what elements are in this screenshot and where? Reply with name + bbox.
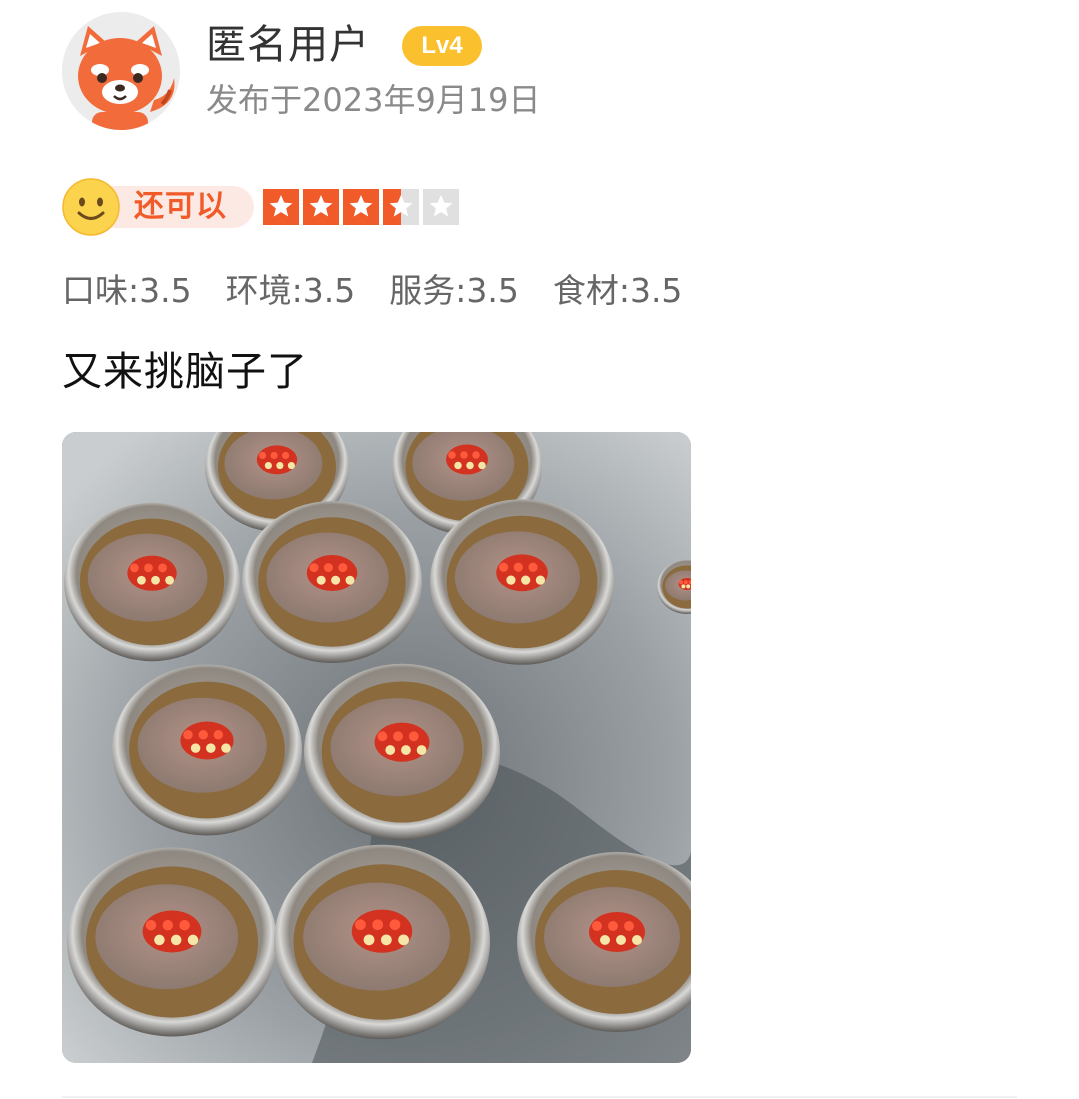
score-item: 环境:3.5 (225, 271, 356, 310)
bowl (67, 847, 277, 1037)
bowls-of-pig-brain-with-chili-icon (62, 432, 691, 1063)
username[interactable]: 匿名用户 (206, 20, 370, 70)
review-text: 又来挑脑子了 (62, 349, 308, 395)
avatar[interactable] (62, 12, 180, 130)
bowl (64, 502, 240, 662)
divider (62, 1096, 1017, 1098)
sub-scores: 口味:3.5 环境:3.5 服务:3.5 食材:3.5 (62, 268, 682, 314)
bowl (430, 499, 614, 665)
bowl (274, 844, 490, 1040)
star-icon (303, 189, 339, 225)
star-rating (263, 189, 459, 225)
star-icon (423, 189, 459, 225)
bowl (112, 664, 302, 836)
review-photo[interactable] (62, 432, 691, 1063)
score-item: 服务:3.5 (389, 271, 519, 310)
rating-label: 还可以 (134, 189, 227, 224)
star-icon (263, 189, 299, 225)
bowl (242, 501, 422, 663)
star-icon (383, 189, 419, 225)
bowl (304, 663, 500, 841)
score-item: 口味:3.5 (62, 271, 192, 310)
level-badge: Lv4 (402, 26, 482, 66)
score-item: 食材:3.5 (552, 271, 683, 310)
red-panda-avatar-icon (62, 12, 180, 130)
rating-pill: 还可以 (62, 178, 254, 236)
star-icon (343, 189, 379, 225)
smile-face-icon (62, 178, 120, 236)
post-date: 发布于2023年9月19日 (206, 81, 541, 119)
